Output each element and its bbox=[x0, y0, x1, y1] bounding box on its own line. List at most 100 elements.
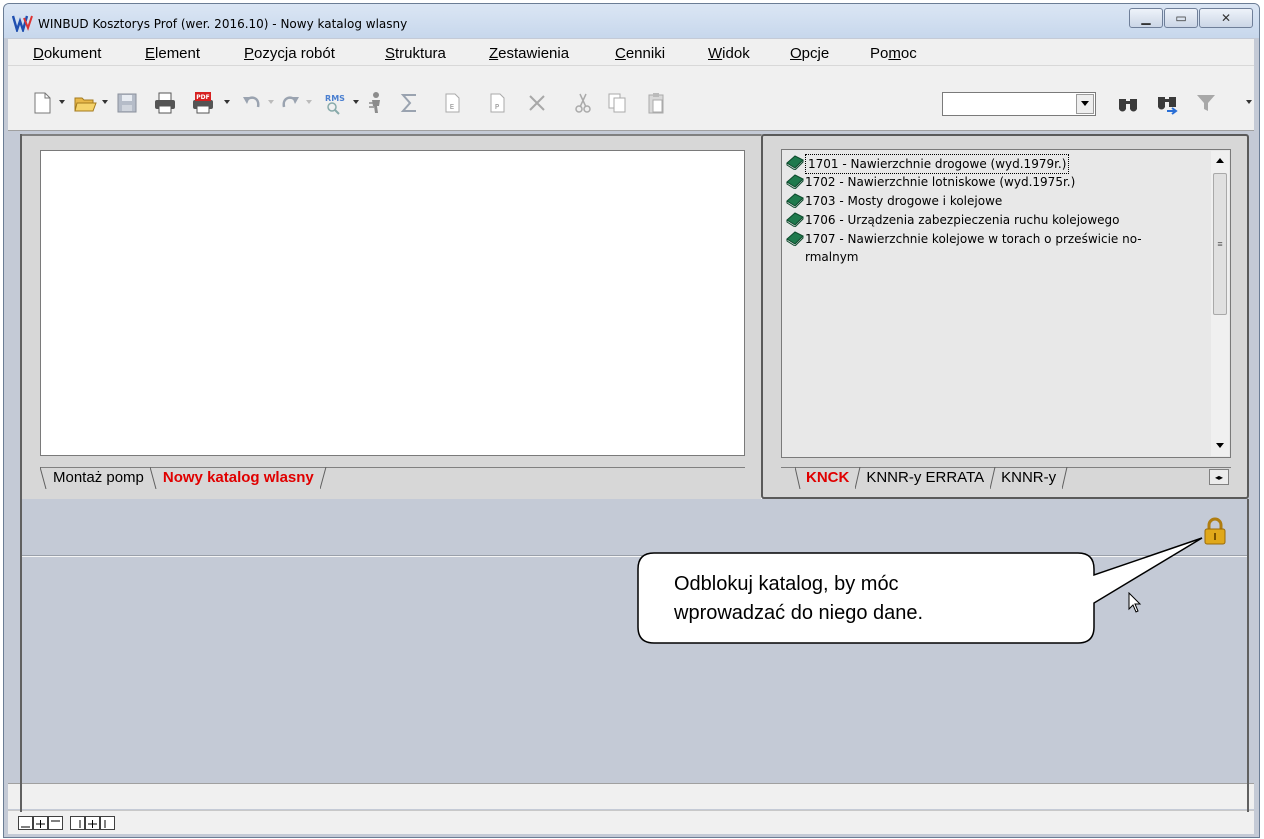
close-icon: ✕ bbox=[1220, 11, 1232, 25]
p-icon[interactable]: P bbox=[485, 91, 509, 115]
tab-montaz-pomp[interactable]: Montaż pomp bbox=[48, 467, 150, 489]
menu-struktura[interactable]: Struktura bbox=[385, 45, 446, 62]
split-horizontal-button[interactable] bbox=[33, 816, 48, 830]
pdf-print-icon[interactable]: PDF bbox=[191, 91, 215, 115]
maximize-button[interactable]: ▭ bbox=[1164, 8, 1198, 28]
minimize-icon: ▁ bbox=[1141, 11, 1151, 25]
tree-item-label: 1707 - Nawierzchnie kolejowe w torach o … bbox=[805, 232, 1142, 264]
tree-item-label: 1706 - Urządzenia zabezpieczenia ruchu k… bbox=[805, 213, 1120, 227]
new-document-icon[interactable] bbox=[30, 91, 54, 115]
menu-widok[interactable]: Widok bbox=[708, 45, 750, 62]
tab-edge-icon bbox=[149, 467, 157, 489]
paste-icon[interactable] bbox=[644, 91, 668, 115]
undo-dropdown-icon[interactable] bbox=[268, 99, 274, 105]
binoculars-next-icon[interactable] bbox=[1155, 91, 1179, 115]
menu-cenniki[interactable]: Cenniki bbox=[615, 45, 665, 62]
cut-icon[interactable] bbox=[571, 91, 595, 115]
tree-item[interactable]: 1703 - Mosty drogowe i kolejowe bbox=[785, 192, 1205, 210]
catalog-tree[interactable]: 1701 - Nawierzchnie drogowe (wyd.1979r.)… bbox=[781, 149, 1231, 458]
menu-pozycja-robot[interactable]: Pozycja robót bbox=[244, 45, 335, 62]
book-icon bbox=[786, 174, 804, 189]
tab-nowy-katalog[interactable]: Nowy katalog wlasny bbox=[158, 467, 320, 489]
tree-item[interactable]: 1707 - Nawierzchnie kolejowe w torach o … bbox=[785, 230, 1185, 268]
left-tabs: Montaż pomp Nowy katalog wlasny bbox=[40, 467, 328, 489]
align-top-button[interactable] bbox=[48, 816, 63, 830]
window-title: WINBUD Kosztorys Prof (wer. 2016.10) - N… bbox=[38, 17, 408, 31]
scroll-up-icon[interactable] bbox=[1211, 151, 1229, 169]
rms-dropdown-icon[interactable] bbox=[353, 99, 359, 105]
menu-opcje[interactable]: Opcje bbox=[790, 45, 829, 62]
tree-item[interactable]: 1706 - Urządzenia zabezpieczenia ruchu k… bbox=[785, 211, 1205, 229]
menu-pomoc[interactable]: Pomoc bbox=[870, 45, 917, 62]
align-right-button[interactable] bbox=[70, 816, 85, 830]
filter-dropdown-icon[interactable] bbox=[1246, 99, 1252, 105]
new-dropdown-icon[interactable] bbox=[59, 99, 65, 105]
undo-icon[interactable] bbox=[240, 91, 264, 115]
sum-icon[interactable] bbox=[398, 91, 422, 115]
svg-text:RMS: RMS bbox=[325, 94, 345, 103]
tree-item-label: 1703 - Mosty drogowe i kolejowe bbox=[805, 194, 1003, 208]
winbud-logo-icon bbox=[12, 15, 33, 32]
tree-scrollbar[interactable]: ≡ bbox=[1211, 151, 1229, 456]
worker-icon[interactable] bbox=[364, 91, 388, 115]
book-icon bbox=[786, 155, 804, 170]
tree-item-label: 1701 - Nawierzchnie drogowe (wyd.1979r.) bbox=[805, 154, 1070, 174]
toolbar: PDF RMS E P bbox=[8, 66, 1254, 131]
copy-icon[interactable] bbox=[605, 91, 629, 115]
delete-icon[interactable] bbox=[525, 91, 549, 115]
maximize-icon: ▭ bbox=[1175, 11, 1187, 25]
status-bar bbox=[8, 783, 1254, 809]
print-icon[interactable] bbox=[153, 91, 177, 115]
scroll-down-icon[interactable] bbox=[1211, 436, 1229, 454]
app-window: WINBUD Kosztorys Prof (wer. 2016.10) - N… bbox=[3, 3, 1260, 838]
book-icon bbox=[786, 193, 804, 208]
redo-dropdown-icon[interactable] bbox=[306, 99, 312, 105]
minimize-button[interactable]: ▁ bbox=[1129, 8, 1163, 28]
svg-text:PDF: PDF bbox=[196, 94, 209, 101]
document-area[interactable] bbox=[40, 150, 745, 456]
open-dropdown-icon[interactable] bbox=[102, 99, 108, 105]
rms-icon[interactable]: RMS bbox=[323, 91, 347, 115]
title-bar[interactable]: WINBUD Kosztorys Prof (wer. 2016.10) - N… bbox=[4, 4, 1259, 38]
svg-text:E: E bbox=[450, 103, 454, 111]
split-vertical-button[interactable] bbox=[85, 816, 100, 830]
tab-knck[interactable]: KNCK bbox=[801, 467, 855, 489]
tab-edge-icon bbox=[40, 467, 47, 489]
close-button[interactable]: ✕ bbox=[1199, 8, 1253, 28]
tooltip-text: Odblokuj katalog, by móc wprowadzać do n… bbox=[674, 573, 924, 624]
tab-scroll-arrows-icon[interactable]: ◂▸ bbox=[1209, 469, 1229, 485]
tree-item[interactable]: 1702 - Nawierzchnie lotniskowe (wyd.1975… bbox=[785, 173, 1205, 191]
tab-knnr-errata[interactable]: KNNR-y ERRATA bbox=[861, 467, 990, 489]
scroll-thumb[interactable]: ≡ bbox=[1213, 173, 1227, 315]
book-icon bbox=[786, 212, 804, 227]
e-icon[interactable]: E bbox=[440, 91, 464, 115]
frame-right-edge bbox=[1247, 499, 1249, 812]
menu-zestawienia[interactable]: Zestawienia bbox=[489, 45, 569, 62]
tab-knnr[interactable]: KNNR-y bbox=[996, 467, 1062, 489]
book-icon bbox=[786, 231, 804, 246]
menu-element[interactable]: Element bbox=[145, 45, 200, 62]
align-bottom-button[interactable] bbox=[18, 816, 33, 830]
mouse-cursor-icon bbox=[1128, 592, 1142, 613]
menu-dokument[interactable]: Dokument bbox=[33, 45, 101, 62]
chevron-down-icon[interactable] bbox=[1076, 94, 1094, 114]
catalog-tabs: KNCK KNNR-y ERRATA KNNR-y bbox=[795, 467, 1068, 489]
layout-bar bbox=[8, 810, 1254, 834]
frame-left-edge bbox=[20, 134, 22, 812]
binoculars-icon[interactable] bbox=[1116, 91, 1140, 115]
tab-edge-icon bbox=[319, 467, 327, 489]
align-left-button[interactable] bbox=[100, 816, 115, 830]
filter-icon[interactable] bbox=[1194, 91, 1218, 115]
tree-item-label: 1702 - Nawierzchnie lotniskowe (wyd.1975… bbox=[805, 175, 1076, 189]
tree-item[interactable]: 1701 - Nawierzchnie drogowe (wyd.1979r.) bbox=[785, 154, 1070, 174]
tab-edge-icon bbox=[1062, 467, 1068, 489]
left-panel: Montaż pomp Nowy katalog wlasny bbox=[20, 134, 762, 499]
redo-icon[interactable] bbox=[278, 91, 302, 115]
menu-bar: Dokument Element Pozycja robót Struktura… bbox=[8, 39, 1254, 66]
pdf-dropdown-icon[interactable] bbox=[224, 99, 230, 105]
toolbar-combo[interactable] bbox=[942, 92, 1096, 116]
svg-text:P: P bbox=[495, 103, 499, 111]
save-icon[interactable] bbox=[115, 91, 139, 115]
catalog-panel: 1701 - Nawierzchnie drogowe (wyd.1979r.)… bbox=[761, 134, 1249, 499]
open-folder-icon[interactable] bbox=[73, 91, 97, 115]
